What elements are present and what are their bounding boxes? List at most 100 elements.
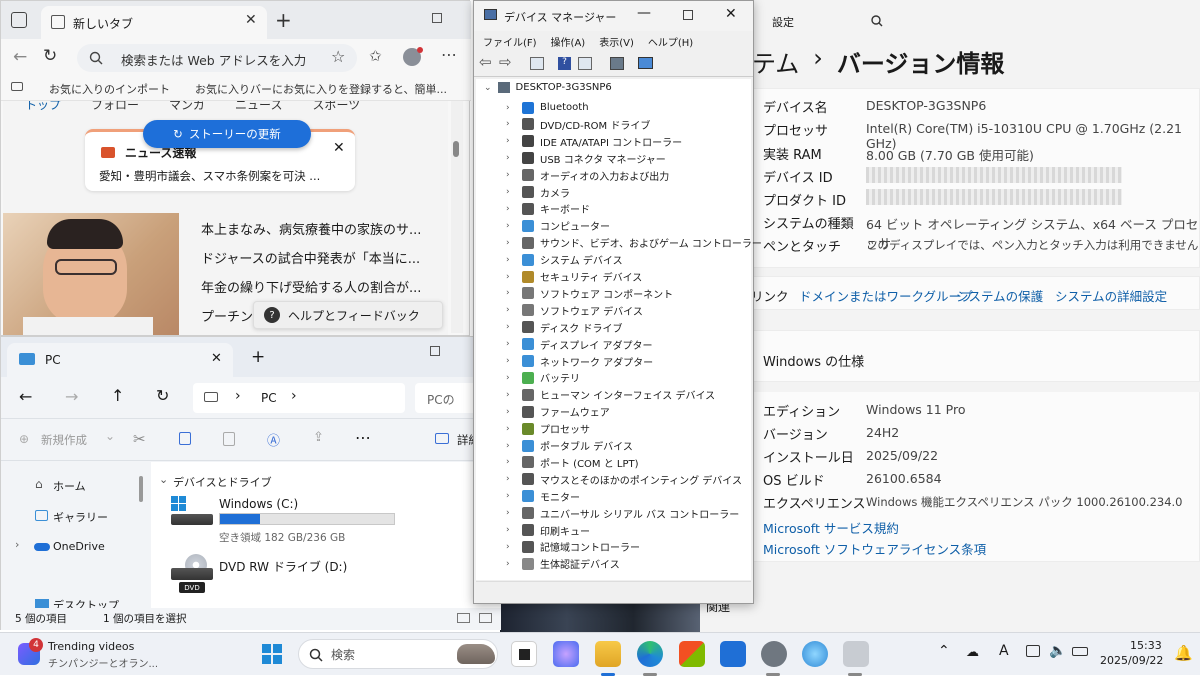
favorite-star-icon[interactable]: ☆	[331, 47, 345, 66]
menu-action[interactable]: 操作(A)	[551, 34, 586, 49]
view-icon[interactable]	[578, 57, 592, 70]
chevron-right-icon[interactable]: ›	[506, 457, 516, 467]
link-service-agreement[interactable]: Microsoft サービス規約	[763, 518, 899, 537]
device-category[interactable]: › 生体認証デバイス	[506, 555, 620, 572]
device-category[interactable]: › 印刷キュー	[506, 522, 590, 539]
address-bar[interactable]: 検索または Web アドレスを入力 ☆	[77, 44, 357, 72]
drive-name[interactable]: DVD RW ドライブ (D:)	[219, 558, 347, 575]
device-category[interactable]: › DVD/CD-ROM ドライブ	[506, 116, 650, 133]
device-category[interactable]: › モニター	[506, 488, 580, 505]
chevron-right-icon[interactable]: ›	[506, 204, 516, 214]
chevron-right-icon[interactable]: ›	[506, 255, 516, 265]
chevron-right-icon[interactable]: ›	[506, 187, 516, 197]
device-category[interactable]: › ソフトウェア コンポーネント	[506, 285, 673, 302]
link-advanced-settings[interactable]: システムの詳細設定	[1055, 286, 1167, 305]
chevron-right-icon[interactable]: ›	[506, 103, 516, 113]
nav-scrollbar-thumb[interactable]	[139, 476, 143, 502]
chevron-right-icon[interactable]: ›	[506, 119, 516, 129]
menu-help[interactable]: ヘルプ(H)	[648, 34, 693, 49]
refresh-icon[interactable]: ↻	[156, 386, 169, 405]
taskbar-search[interactable]: 検索	[298, 639, 498, 669]
monitor-icon[interactable]	[638, 57, 653, 69]
paste-icon[interactable]	[223, 432, 235, 446]
maximize-icon[interactable]	[432, 13, 442, 23]
edge-scrollbar[interactable]	[451, 101, 463, 333]
forward-icon[interactable]: ⇨	[499, 53, 512, 71]
properties-icon[interactable]	[530, 57, 544, 70]
nav-item-desktop[interactable]: デスクトップ	[53, 597, 119, 608]
address-bar[interactable]: › PC ›	[193, 383, 405, 413]
ime-indicator[interactable]: A	[999, 643, 1009, 659]
start-windows-icon[interactable]	[262, 644, 282, 664]
device-category[interactable]: › システム デバイス	[506, 251, 623, 268]
feed-tab[interactable]: ニュース	[235, 101, 282, 118]
device-category[interactable]: › ディスク ドライブ	[506, 319, 622, 336]
chevron-right-icon[interactable]: ›	[506, 373, 516, 383]
chevron-right-icon[interactable]: ›	[506, 407, 516, 417]
nav-item-onedrive[interactable]: OneDrive	[53, 540, 105, 553]
globe-icon[interactable]	[802, 641, 828, 667]
close-tab-icon[interactable]: ✕	[245, 12, 257, 28]
device-category[interactable]: › バッテリ	[506, 369, 580, 386]
device-category[interactable]: › Bluetooth	[506, 99, 589, 116]
onedrive-tray-icon[interactable]: ☁	[966, 645, 979, 660]
chevron-right-icon[interactable]: ›	[506, 305, 516, 315]
drive-name[interactable]: Windows (C:)	[219, 497, 298, 511]
device-category[interactable]: › マウスとそのほかのポインティング デバイス	[506, 471, 742, 488]
nav-item-home[interactable]: ホーム	[53, 478, 86, 494]
back-icon[interactable]: ⇦	[479, 53, 492, 71]
device-category[interactable]: › ユニバーサル シリアル バス コントローラー	[506, 505, 739, 522]
help-icon[interactable]: ?	[558, 57, 571, 70]
edge-icon[interactable]	[637, 641, 663, 667]
device-category[interactable]: › ヒューマン インターフェイス デバイス	[506, 386, 715, 403]
chevron-right-icon[interactable]: ›	[506, 153, 516, 163]
copilot-icon[interactable]	[553, 641, 579, 667]
chevron-right-icon[interactable]: ›	[506, 424, 516, 434]
battery-icon[interactable]	[1072, 647, 1088, 656]
device-category[interactable]: › ファームウェア	[506, 403, 610, 420]
chevron-right-icon[interactable]: ›	[506, 238, 516, 248]
refresh-stories-button[interactable]: ↻ ストーリーの更新	[143, 120, 311, 148]
chevron-right-icon[interactable]: ›	[506, 272, 516, 282]
feed-tab[interactable]: マンガ	[169, 101, 205, 118]
cut-icon[interactable]: ✂	[133, 430, 146, 448]
maximize-icon[interactable]	[683, 10, 693, 20]
device-category[interactable]: › 記憶域コントローラー	[506, 538, 640, 555]
feed-tab[interactable]: スポーツ	[312, 101, 360, 118]
share-icon[interactable]: ⇪	[313, 430, 324, 445]
chevron-down-icon[interactable]: ⌄	[159, 473, 168, 486]
device-category[interactable]: › セキュリティ デバイス	[506, 268, 642, 285]
close-tab-icon[interactable]: ✕	[211, 351, 222, 366]
chevron-right-icon[interactable]: ›	[506, 356, 516, 366]
device-category[interactable]: › オーディオの入力および出力	[506, 167, 669, 184]
link-license-terms[interactable]: Microsoft ソフトウェアライセンス条項	[763, 539, 986, 558]
maximize-icon[interactable]	[430, 346, 440, 356]
chevron-right-icon[interactable]: ›	[506, 491, 516, 501]
headline[interactable]: プーチン	[201, 306, 253, 325]
chevron-right-icon[interactable]: ›	[506, 390, 516, 400]
volume-icon[interactable]: 🔈	[1049, 643, 1066, 659]
file-explorer-icon[interactable]	[595, 641, 621, 667]
device-category[interactable]: › ディスプレイ アダプター	[506, 336, 652, 353]
device-category[interactable]: › コンピューター	[506, 217, 610, 234]
chevron-right-icon[interactable]: ›	[15, 538, 19, 551]
back-icon[interactable]: ←	[13, 47, 27, 67]
display-icon[interactable]	[1026, 645, 1040, 657]
search-icon[interactable]	[868, 12, 886, 30]
chevron-right-icon[interactable]: ›	[506, 508, 516, 518]
close-news-icon[interactable]: ✕	[333, 140, 345, 156]
view-toggle-icon[interactable]	[479, 613, 492, 623]
chevron-right-icon[interactable]: ›	[506, 441, 516, 451]
chevron-up-icon[interactable]: ⌃	[938, 643, 950, 659]
chevron-right-icon[interactable]: ›	[506, 322, 516, 332]
task-view-icon[interactable]	[511, 641, 537, 667]
more-icon[interactable]: ⋯	[355, 428, 371, 447]
scan-icon[interactable]	[610, 57, 624, 70]
feed-tab[interactable]: トップ	[25, 101, 61, 118]
notification-bell-icon[interactable]: 🔔	[1174, 644, 1193, 662]
view-toggle-icon[interactable]	[457, 613, 470, 623]
chevron-right-icon[interactable]: ›	[506, 288, 516, 298]
store-icon[interactable]	[679, 641, 705, 667]
chevron-right-icon[interactable]: ›	[506, 542, 516, 552]
chevron-right-icon[interactable]: ›	[506, 221, 516, 231]
